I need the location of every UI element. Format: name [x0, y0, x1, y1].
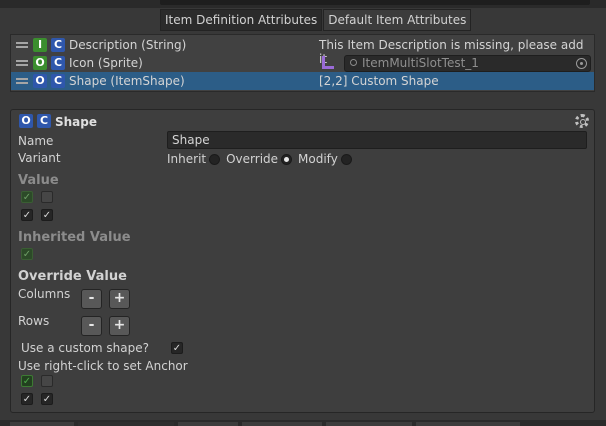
name-label: Name — [18, 134, 54, 148]
shape-cell-checkbox[interactable]: ✓ — [21, 375, 33, 387]
badge-o: O — [19, 114, 33, 128]
drag-handle-icon[interactable] — [16, 78, 28, 84]
top-toolbar — [0, 0, 606, 8]
name-field-value: Shape — [172, 133, 210, 147]
bottom-tab[interactable] — [78, 422, 174, 426]
columns-decrement-button[interactable]: - — [81, 289, 102, 309]
tab-item-definition-attributes[interactable]: Item Definition Attributes — [160, 9, 323, 31]
radio-override[interactable] — [281, 153, 293, 165]
inherited-value-heading: Inherited Value — [18, 230, 131, 245]
badge-c: C — [37, 114, 51, 128]
columns-label: Columns — [18, 287, 71, 301]
shape-cell-checkbox[interactable] — [41, 375, 53, 387]
rows-label: Rows — [18, 314, 50, 328]
object-field-value: ItemMultiSlotTest_1 — [362, 56, 479, 70]
attribute-tabs: Item Definition Attributes Default Item … — [160, 9, 472, 31]
attribute-row-icon[interactable]: O C Icon (Sprite) ItemMultiSlotTest_1 — [11, 54, 594, 72]
variant-label: Variant — [18, 151, 61, 165]
drag-handle-icon[interactable] — [16, 60, 28, 66]
name-field[interactable]: Shape — [167, 131, 587, 149]
gear-icon[interactable] — [575, 114, 589, 128]
rows-increment-button[interactable]: + — [109, 316, 130, 336]
variant-option-label: Modify — [298, 152, 338, 166]
bottom-tab[interactable] — [242, 422, 322, 426]
sprite-icon — [350, 59, 357, 66]
bottom-tab[interactable] — [10, 422, 74, 426]
badge-o: O — [33, 74, 47, 88]
shape-attribute-panel: O C Shape Name Shape Variant Inherit Ove… — [10, 109, 595, 413]
object-picker-icon[interactable] — [576, 58, 587, 69]
attribute-label: Shape (ItemShape) — [69, 74, 185, 88]
bottom-tab[interactable] — [416, 422, 520, 426]
attribute-value: [2,2] Custom Shape — [319, 74, 439, 88]
custom-shape-label: Use a custom shape? — [21, 341, 149, 355]
variant-option-label: Inherit — [167, 152, 207, 166]
badge-c: C — [51, 74, 65, 88]
attribute-row-shape[interactable]: O C Shape (ItemShape) [2,2] Custom Shape — [11, 72, 594, 90]
custom-shape-checkbox[interactable]: ✓ — [171, 342, 183, 354]
panel-title: Shape — [55, 115, 98, 129]
sprite-object-field[interactable]: ItemMultiSlotTest_1 — [344, 55, 591, 72]
inherited-cell-checkbox: ✓ — [21, 248, 33, 260]
radio-inherit[interactable] — [209, 153, 221, 165]
attribute-label: Icon (Sprite) — [69, 56, 143, 70]
shape-column-checkbox[interactable]: ✓ — [21, 393, 33, 405]
bottom-tab[interactable] — [178, 422, 238, 426]
inheritance-link-icon — [322, 56, 334, 69]
anchor-hint-label: Use right-click to set Anchor — [18, 359, 188, 373]
radio-modify[interactable] — [340, 153, 352, 165]
variant-options: Inherit Override Modify — [167, 152, 358, 166]
top-field — [160, 0, 590, 5]
value-column-checkbox: ✓ — [41, 209, 53, 221]
value-cell-checkbox — [41, 191, 53, 203]
value-cell-checkbox: ✓ — [21, 191, 33, 203]
badge-i: I — [33, 38, 47, 52]
attribute-label: Description (String) — [69, 38, 187, 52]
attribute-list: I C Description (String) This Item Descr… — [10, 34, 595, 92]
drag-handle-icon[interactable] — [16, 42, 28, 48]
override-value-heading: Override Value — [18, 269, 127, 284]
badge-o: O — [33, 56, 47, 70]
variant-option-label: Override — [226, 152, 279, 166]
value-heading: Value — [18, 173, 59, 188]
rows-decrement-button[interactable]: - — [81, 316, 102, 336]
badge-c: C — [51, 56, 65, 70]
columns-increment-button[interactable]: + — [109, 289, 130, 309]
bottom-toolbar — [0, 420, 606, 426]
bottom-tab[interactable] — [326, 422, 412, 426]
attribute-row-description[interactable]: I C Description (String) This Item Descr… — [11, 36, 594, 66]
value-column-checkbox: ✓ — [21, 209, 33, 221]
badge-c: C — [51, 38, 65, 52]
tab-default-item-attributes[interactable]: Default Item Attributes — [323, 9, 472, 31]
shape-column-checkbox[interactable]: ✓ — [41, 393, 53, 405]
